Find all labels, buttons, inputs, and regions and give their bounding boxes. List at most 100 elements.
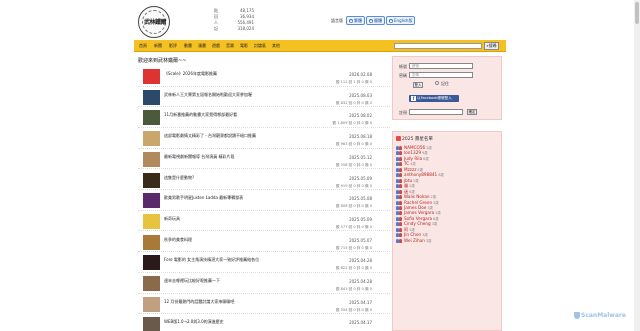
birthday-name[interactable]: Mzzzz: [404, 167, 416, 172]
post-thumbnail[interactable]: [143, 276, 160, 291]
post-thumbnail[interactable]: [143, 296, 160, 312]
birthday-age: 3歲: [427, 205, 433, 210]
scrollbar[interactable]: [634, 0, 640, 331]
post-date: 2025.05.09: [349, 216, 372, 222]
scrollbar-thumb[interactable]: [635, 2, 639, 24]
account-field[interactable]: 帳號: [409, 63, 473, 69]
facebook-login-button[interactable]: f 以Facebook帳號登入: [409, 95, 459, 102]
post-row[interactable]: 秋季的美食料理 2025.05.07 觀 715 回 0 評 0 讚 0: [138, 232, 390, 253]
post-meta: 觀 808 回 0 評 0 讚 0: [335, 204, 372, 209]
post-row[interactable]: Fore 電影的 女主角演技精湛大家一致好評推薦給各位 2025.04.28 觀 8…: [138, 252, 390, 273]
nav-item-forum[interactable]: 討論區: [254, 40, 266, 52]
birthday-item[interactable]: Wei Zihan3歲: [396, 238, 500, 243]
nav-item-games[interactable]: 遊戲: [212, 40, 220, 52]
post-title[interactable]: 最新電視劇新聞報導 台灣演員 精彩片段: [164, 154, 344, 160]
nav-item-other[interactable]: 其他: [272, 40, 280, 52]
lang-button-label: English版: [394, 18, 413, 23]
post-row[interactable]: 最新電視劇新聞報導 台灣演員 精彩片段 2025.05.12 觀 558 回 0 評…: [138, 149, 390, 170]
remember-checkbox[interactable]: [435, 81, 439, 85]
register-button[interactable]: 確定: [467, 109, 477, 115]
birthday-name[interactable]: Cindy Cheng: [404, 221, 431, 226]
nav-item-anime[interactable]: 動畫: [184, 40, 192, 52]
birthday-name[interactable]: Walis Nokan: [404, 194, 430, 199]
watermark-text: ScanMalware: [581, 312, 626, 319]
logo-text: 武林鐵爾: [144, 19, 167, 26]
birthday-name[interactable]: lon1329: [404, 150, 421, 155]
birthday-name[interactable]: Jin Chen: [404, 232, 421, 237]
post-row[interactable]: 新奇玩具 2025.05.09 觀 577 回 0 評 0 讚 0: [138, 211, 390, 232]
post-thumbnail[interactable]: [143, 317, 160, 331]
post-row[interactable]: 12 月份最熱門的話題討論大家來聊聊吧 2025.04.17 觀 554 回 0 評…: [138, 294, 390, 315]
login-button[interactable]: 登入: [413, 82, 423, 88]
birthday-name[interactable]: anthony898841: [404, 172, 437, 177]
birthday-name[interactable]: James Vergara: [404, 210, 434, 215]
post-title[interactable]: 歐美男歌手明星Justen Ladda 最新專輯發表: [164, 195, 344, 201]
post-title[interactable]: 武林新人王大賽第五屆報名開始啦歡迎大家參加喔: [164, 92, 344, 98]
post-title[interactable]: 秋季的美食料理: [164, 237, 344, 243]
post-date: 2025.08.02: [349, 113, 372, 119]
password-field[interactable]: 密碼: [409, 72, 473, 78]
post-date: 2025.05.08: [349, 196, 372, 202]
post-title[interactable]: 週末去哪裡玩比較好呢推薦一下: [164, 278, 344, 284]
post-title[interactable]: WEB版1.0→2.0與3.0的演進歷史: [164, 319, 344, 325]
birthday-age: 6歲: [433, 216, 439, 221]
birthday-name[interactable]: Judy Rila: [404, 156, 422, 161]
birthday-name[interactable]: TC: [404, 161, 409, 166]
post-title[interactable]: 這部電影劇情太精彩了 - 台灣觀眾都說讚不絕口推薦: [164, 133, 344, 139]
post-row[interactable]: 《Scale》2026年度電影推薦 2026.02.08 觀 112 回 1 評 0…: [138, 66, 390, 87]
birthday-age: 2歲: [409, 227, 415, 232]
birthday-name[interactable]: 阿: [404, 227, 408, 232]
lang-simplified-button[interactable]: ● 簡體: [366, 16, 385, 25]
users-icon: [396, 233, 402, 238]
post-title[interactable]: 《Scale》2026年度電影推薦: [164, 71, 344, 77]
search-input[interactable]: [394, 43, 482, 49]
users-icon: [396, 195, 402, 200]
nav-item-news[interactable]: 新聞: [154, 40, 162, 52]
post-row[interactable]: WEB版1.0→2.0與3.0的演進歷史 2025.04.17: [138, 314, 390, 331]
post-thumbnail[interactable]: [143, 213, 160, 229]
post-title[interactable]: 12 月份最熱門的話題討論大家來聊聊吧: [164, 299, 344, 305]
post-title[interactable]: 這隻是什麼動物?: [164, 175, 344, 181]
post-thumbnail[interactable]: [143, 172, 160, 188]
birthday-name[interactable]: jbtu: [404, 178, 412, 183]
post-thumbnail[interactable]: [143, 193, 160, 209]
post-row[interactable]: 11月新番推薦的動畫大家覺得哪部最好看 2025.08.02 觀 1,809 回 0…: [138, 107, 390, 128]
post-date: 2026.02.08: [349, 72, 372, 77]
post-date: 2025.08.03: [349, 92, 372, 98]
post-thumbnail[interactable]: [143, 255, 160, 271]
post-row[interactable]: 這隻是什麼動物? 2025.05.09 觀 919 回 0 評 0 讚 0: [138, 170, 390, 190]
nav-item-movies[interactable]: 電影: [240, 40, 248, 52]
nav-item-home[interactable]: 首頁: [139, 40, 147, 52]
post-thumbnail[interactable]: [143, 234, 160, 250]
lang-traditional-button[interactable]: ● 繁體: [346, 16, 365, 25]
birthday-name[interactable]: James Doe: [404, 205, 426, 210]
post-thumbnail[interactable]: [143, 110, 160, 126]
site-logo[interactable]: 武林鐵爾: [138, 6, 170, 38]
post-row[interactable]: 武林新人王大賽第五屆報名開始啦歡迎大家參加喔 2025.08.03 觀 832 回 …: [138, 87, 390, 108]
post-title[interactable]: Fore 電影的 女主角演技精湛大家一致好評推薦給各位: [164, 257, 344, 263]
birthday-name[interactable]: Sofia Vergara: [404, 216, 432, 221]
post-thumbnail[interactable]: [143, 89, 160, 105]
birthday-name[interactable]: 迷: [404, 189, 408, 194]
post-thumbnail[interactable]: [143, 69, 160, 84]
nav-item-comics[interactable]: 漫畫: [198, 40, 206, 52]
post-title[interactable]: 新奇玩具: [164, 216, 344, 222]
post-thumbnail[interactable]: [143, 151, 160, 167]
lang-english-button[interactable]: ● English版: [386, 16, 416, 25]
nav-item-reviews[interactable]: 影評: [169, 40, 177, 52]
birthday-name[interactable]: Rachel Green: [404, 200, 432, 205]
post-title[interactable]: 11月新番推薦的動畫大家覺得哪部最好看: [164, 112, 344, 118]
nav-item-music[interactable]: 音樂: [226, 40, 234, 52]
post-row[interactable]: 歐美男歌手明星Justen Ladda 最新專輯發表 2025.05.08 觀 80…: [138, 190, 390, 211]
birthday-title: 2025 壽星名單: [396, 136, 433, 142]
birthday-name[interactable]: 貓: [404, 183, 408, 188]
post-row[interactable]: 週末去哪裡玩比較好呢推薦一下 2025.04.28 觀 843 回 0 評 0 讚 …: [138, 273, 390, 294]
birthday-name[interactable]: Wei Zihan: [404, 238, 425, 243]
globe-icon: ●: [349, 19, 353, 23]
register-field[interactable]: [409, 109, 463, 115]
search-button[interactable]: ⌕搜尋: [484, 42, 499, 50]
birthday-age: 2歲: [413, 178, 419, 183]
post-thumbnail[interactable]: [143, 131, 160, 147]
birthday-name[interactable]: NAMCO56: [404, 145, 425, 150]
post-row[interactable]: 這部電影劇情太精彩了 - 台灣觀眾都說讚不絕口推薦 2025.08.18 觀 983…: [138, 128, 390, 149]
